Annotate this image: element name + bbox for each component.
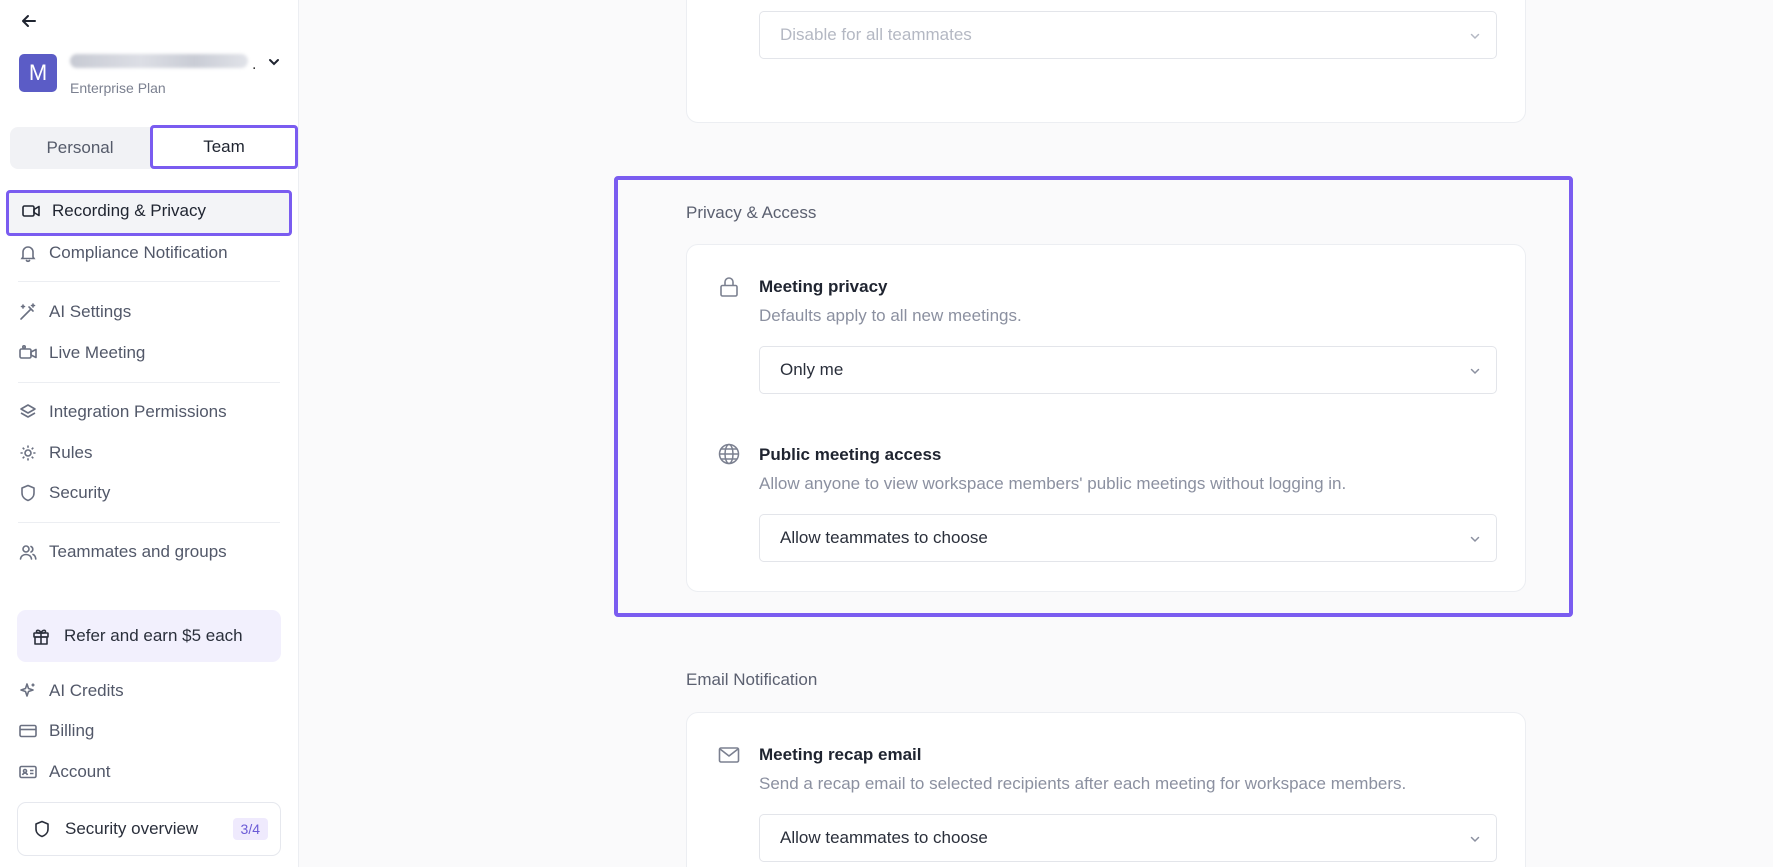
recap-email-select[interactable]: Allow teammates to choose <box>759 814 1497 862</box>
sidebar-item-billing[interactable]: Billing <box>18 717 94 745</box>
sidebar-item-label: Integration Permissions <box>49 402 227 421</box>
section-title-email: Email Notification <box>686 670 818 689</box>
email-notification-card: Meeting recap email Send a recap email t… <box>686 712 1526 867</box>
sidebar-item-ai-credits[interactable]: AI Credits <box>18 677 124 705</box>
divider <box>18 522 280 523</box>
sidebar-item-label: Live Meeting <box>49 343 146 362</box>
sidebar-item-label: Compliance Notification <box>49 243 228 262</box>
sidebar-item-label: Rules <box>49 443 93 462</box>
back-arrow-icon[interactable] <box>17 9 41 33</box>
sidebar-item-recording-privacy[interactable]: Recording & Privacy <box>6 190 292 236</box>
sidebar-item-rules[interactable]: Rules <box>18 439 92 467</box>
bell-icon <box>20 246 36 263</box>
scope-toggle: Personal Team <box>10 125 298 169</box>
chevron-down-icon <box>1470 33 1480 40</box>
sidebar-item-label: AI Credits <box>49 681 124 700</box>
security-progress-badge: 3/4 <box>232 818 268 840</box>
chevron-down-icon <box>1470 836 1480 843</box>
account-email-suffix: . <box>252 56 257 73</box>
sidebar-item-live-meeting[interactable]: Live Meeting <box>18 339 145 367</box>
sidebar-item-ai-settings[interactable]: AI Settings <box>18 298 131 326</box>
sidebar-item-label: Teammates and groups <box>49 542 227 561</box>
avatar[interactable]: M <box>19 54 57 92</box>
sidebar-item-compliance[interactable]: Compliance Notification <box>18 239 228 267</box>
sidebar-item-label: Recording & Privacy <box>52 201 207 220</box>
gear-icon <box>20 445 36 461</box>
mail-icon <box>718 747 740 763</box>
shield-icon <box>21 484 35 502</box>
video-camera-icon <box>22 205 40 217</box>
shield-icon <box>35 820 49 838</box>
focus-highlight-frame <box>614 176 1573 617</box>
refer-earn-button[interactable]: Refer and earn $5 each <box>17 610 281 662</box>
sparkle-icon <box>20 683 35 697</box>
sidebar-item-teammates[interactable]: Teammates and groups <box>18 538 227 566</box>
id-card-icon <box>19 765 37 779</box>
plan-label: Enterprise Plan <box>70 80 166 96</box>
sidebar: M . Enterprise Plan Personal Team Record… <box>0 0 299 867</box>
security-overview-label: Security overview <box>65 819 199 838</box>
sidebar-item-security[interactable]: Security <box>18 479 110 507</box>
sidebar-item-label: Account <box>49 762 111 781</box>
layers-icon <box>20 404 36 418</box>
recording-default-select[interactable]: Disable for all teammates <box>759 11 1497 59</box>
account-email-blurred[interactable] <box>70 54 250 70</box>
video-camera-outline-icon <box>19 344 37 359</box>
security-overview-button[interactable]: Security overview 3/4 <box>17 802 281 856</box>
sidebar-item-label: Security <box>49 483 111 502</box>
gift-icon <box>33 629 49 645</box>
divider <box>18 382 280 383</box>
tab-personal[interactable]: Personal <box>10 127 150 169</box>
previous-settings-card: Disable for all teammates <box>686 0 1526 123</box>
sidebar-item-label: Billing <box>49 721 95 740</box>
recap-email-desc: Send a recap email to selected recipient… <box>759 774 1407 793</box>
credit-card-icon <box>19 724 37 738</box>
sidebar-item-account[interactable]: Account <box>18 758 110 786</box>
tab-team[interactable]: Team <box>150 125 298 169</box>
divider <box>18 281 280 282</box>
refer-label: Refer and earn $5 each <box>64 626 243 645</box>
recap-email-title: Meeting recap email <box>759 745 922 764</box>
select-value: Allow teammates to choose <box>780 828 988 847</box>
magic-wand-icon <box>20 303 36 320</box>
chevron-down-icon[interactable] <box>266 54 282 70</box>
sidebar-item-integration-permissions[interactable]: Integration Permissions <box>18 398 227 426</box>
sidebar-item-label: AI Settings <box>49 302 132 321</box>
users-icon <box>19 545 37 560</box>
select-value: Disable for all teammates <box>780 25 972 44</box>
